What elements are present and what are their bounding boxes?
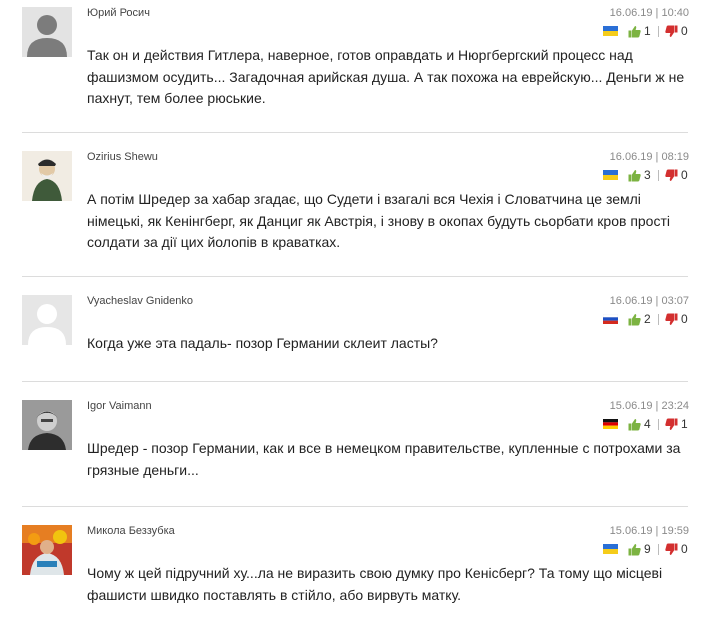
dislikes-count: 0 bbox=[681, 542, 688, 556]
likes-count: 9 bbox=[644, 542, 651, 556]
default-avatar-icon[interactable] bbox=[22, 7, 72, 57]
comment-date: 15.06.19 | 23:24 bbox=[609, 400, 689, 412]
germany-flag-icon bbox=[603, 419, 618, 429]
comment-date: 16.06.19 | 08:19 bbox=[609, 151, 689, 163]
vote-separator bbox=[658, 169, 659, 181]
comment-divider bbox=[22, 132, 688, 133]
vote-bar: 1 0 bbox=[603, 24, 689, 38]
comment-text: Чому ж цей підручний ху...ла не виразить… bbox=[87, 565, 663, 603]
ukraine-flag-icon bbox=[603, 544, 618, 554]
thumbs-down-icon[interactable] bbox=[665, 543, 678, 556]
dislikes-count: 0 bbox=[681, 24, 688, 38]
default-avatar-icon[interactable] bbox=[22, 295, 72, 345]
vote-bar: 9 0 bbox=[603, 542, 689, 556]
vote-bar: 4 1 bbox=[603, 417, 689, 431]
comment-divider bbox=[22, 381, 688, 382]
likes-count: 1 bbox=[644, 24, 651, 38]
thumbs-up-icon[interactable] bbox=[628, 25, 641, 38]
comment-divider bbox=[22, 506, 688, 507]
vote-separator bbox=[658, 313, 659, 325]
comment-text: Шредер - позор Германии, как и все в нем… bbox=[87, 440, 681, 478]
comment-text: Когда уже эта падаль- позор Германии скл… bbox=[87, 335, 438, 351]
dislikes-count: 1 bbox=[681, 417, 688, 431]
likes-count: 4 bbox=[644, 417, 651, 431]
comment-author[interactable]: Микола Беззубка bbox=[87, 525, 175, 537]
user-photo-avatar[interactable] bbox=[22, 400, 72, 450]
user-photo-avatar[interactable] bbox=[22, 525, 72, 575]
thumbs-down-icon[interactable] bbox=[665, 169, 678, 182]
thumbs-down-icon[interactable] bbox=[665, 313, 678, 326]
thumbs-up-icon[interactable] bbox=[628, 543, 641, 556]
dislikes-count: 0 bbox=[681, 168, 688, 182]
comment-author[interactable]: Vyacheslav Gnidenko bbox=[87, 295, 193, 307]
thumbs-down-icon[interactable] bbox=[665, 418, 678, 431]
likes-count: 3 bbox=[644, 168, 651, 182]
comment-date: 16.06.19 | 03:07 bbox=[609, 295, 689, 307]
vote-bar: 3 0 bbox=[603, 168, 689, 182]
vote-separator bbox=[658, 25, 659, 37]
dislikes-count: 0 bbox=[681, 312, 688, 326]
ukraine-flag-icon bbox=[603, 170, 618, 180]
thumbs-up-icon[interactable] bbox=[628, 313, 641, 326]
vote-separator bbox=[658, 418, 659, 430]
vote-bar: 2 0 bbox=[603, 312, 689, 326]
comment-date: 16.06.19 | 10:40 bbox=[609, 7, 689, 19]
user-photo-avatar[interactable] bbox=[22, 151, 72, 201]
vote-separator bbox=[658, 543, 659, 555]
thumbs-up-icon[interactable] bbox=[628, 418, 641, 431]
russia-flag-icon bbox=[603, 314, 618, 324]
comment-author[interactable]: Igor Vaimann bbox=[87, 400, 152, 412]
comment-author[interactable]: Юрий Росич bbox=[87, 7, 150, 19]
thumbs-up-icon[interactable] bbox=[628, 169, 641, 182]
comment-date: 15.06.19 | 19:59 bbox=[609, 525, 689, 537]
comment-divider bbox=[22, 276, 688, 277]
thumbs-down-icon[interactable] bbox=[665, 25, 678, 38]
comment-author[interactable]: Ozirius Shewu bbox=[87, 151, 158, 163]
ukraine-flag-icon bbox=[603, 26, 618, 36]
likes-count: 2 bbox=[644, 312, 651, 326]
comment-text: Так он и действия Гитлера, наверное, гот… bbox=[87, 47, 685, 106]
comment-text: А потім Шредер за хабар згадає, що Судет… bbox=[87, 191, 670, 250]
